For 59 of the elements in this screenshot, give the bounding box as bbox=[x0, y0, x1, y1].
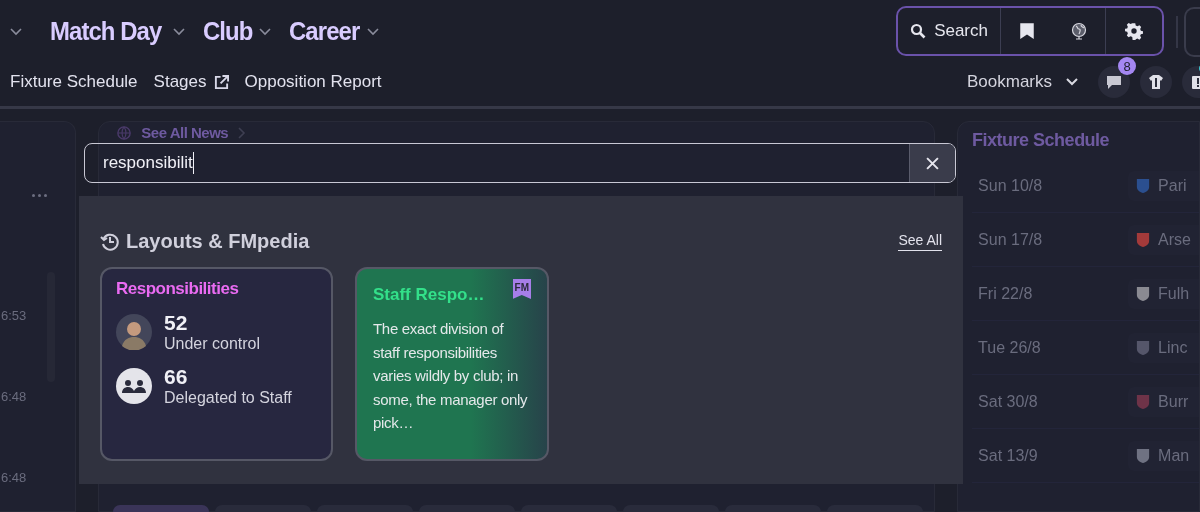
team-name: Arse bbox=[1158, 230, 1191, 249]
search-icon bbox=[910, 23, 927, 39]
fm-badge: FM bbox=[512, 279, 531, 299]
fixture-date: Sun 17/8 bbox=[977, 230, 1044, 249]
chevron-icon[interactable] bbox=[367, 27, 380, 36]
subnav-link[interactable]: Opposition Report bbox=[244, 72, 382, 92]
fixture-date: Sat 30/8 bbox=[977, 392, 1039, 411]
chevron-icon[interactable] bbox=[258, 27, 271, 36]
chevron-icon[interactable] bbox=[173, 27, 186, 36]
card-title: Staff Respo… bbox=[373, 285, 485, 305]
team-name: Man bbox=[1158, 446, 1190, 465]
card-text: The exact division of staff responsibilities varies wildly by club; in some, the manager only pick… bbox=[373, 319, 529, 433]
chevron-icon bbox=[1066, 78, 1078, 86]
stat-label: Delegated to Staff bbox=[164, 389, 292, 407]
section-title: Layouts & FMpedia bbox=[126, 230, 310, 253]
chevron-icon[interactable] bbox=[10, 27, 22, 36]
bookmarks-dropdown[interactable]: Bookmarks bbox=[960, 71, 1084, 93]
close-button[interactable] bbox=[909, 144, 955, 182]
stat-value: 66 bbox=[164, 365, 189, 389]
fixture-date: Tue 26/8 bbox=[977, 338, 1042, 357]
team-name: Pari bbox=[1158, 176, 1187, 195]
card-title: Responsibilities bbox=[116, 279, 240, 299]
match-time: 6:53 bbox=[1, 308, 27, 323]
bookmark-icon[interactable] bbox=[1019, 22, 1035, 40]
panel-title: Fixture Schedule bbox=[972, 130, 1111, 151]
chat-icon bbox=[1106, 74, 1122, 90]
stat-value: 52 bbox=[164, 311, 189, 335]
fixture-date: Sat 13/9 bbox=[977, 446, 1039, 465]
avatar-icon bbox=[116, 314, 152, 350]
search-button[interactable]: Search bbox=[898, 8, 1000, 54]
notification-badge: 8 bbox=[1118, 57, 1136, 75]
more-icon[interactable] bbox=[32, 194, 47, 197]
close-icon bbox=[926, 156, 939, 170]
see-all-link[interactable]: See All bbox=[898, 232, 942, 251]
staff-icon bbox=[116, 368, 152, 404]
settings-icon[interactable] bbox=[1125, 22, 1143, 40]
globe-icon bbox=[117, 125, 132, 140]
shirt-icon bbox=[1148, 74, 1164, 90]
result-card[interactable]: Staff Respo… FM The exact division of staff responsibilities varies wildly by club; in some, the manager only pick… bbox=[355, 267, 549, 461]
nav-menu[interactable]: Career bbox=[288, 16, 360, 47]
match-time: 6:48 bbox=[1, 389, 27, 404]
team-name: Burr bbox=[1158, 392, 1189, 411]
nav-menu[interactable]: Club bbox=[203, 16, 253, 47]
stat-label: Under control bbox=[164, 335, 261, 353]
team-name: Linc bbox=[1158, 338, 1188, 357]
chevron-right-icon bbox=[238, 126, 247, 139]
history-icon bbox=[100, 231, 120, 252]
match-time: 6:48 bbox=[1, 470, 27, 485]
external-link-icon bbox=[213, 74, 229, 90]
fixture-date: Fri 22/8 bbox=[977, 284, 1034, 303]
subnav-link[interactable]: Stages bbox=[153, 72, 229, 92]
subnav-link[interactable]: Fixture Schedule bbox=[10, 72, 138, 92]
search-field[interactable]: responsibilit bbox=[84, 143, 956, 183]
nav-menu[interactable]: Match Day bbox=[50, 16, 162, 47]
fixture-date: Sun 10/8 bbox=[977, 176, 1044, 195]
globe-icon[interactable] bbox=[1071, 22, 1087, 40]
result-card[interactable]: Responsibilities 52 Under control 66 Delegated to Staff bbox=[100, 267, 333, 461]
kit-button[interactable] bbox=[1140, 66, 1172, 98]
team-name: Fulh bbox=[1158, 284, 1190, 303]
